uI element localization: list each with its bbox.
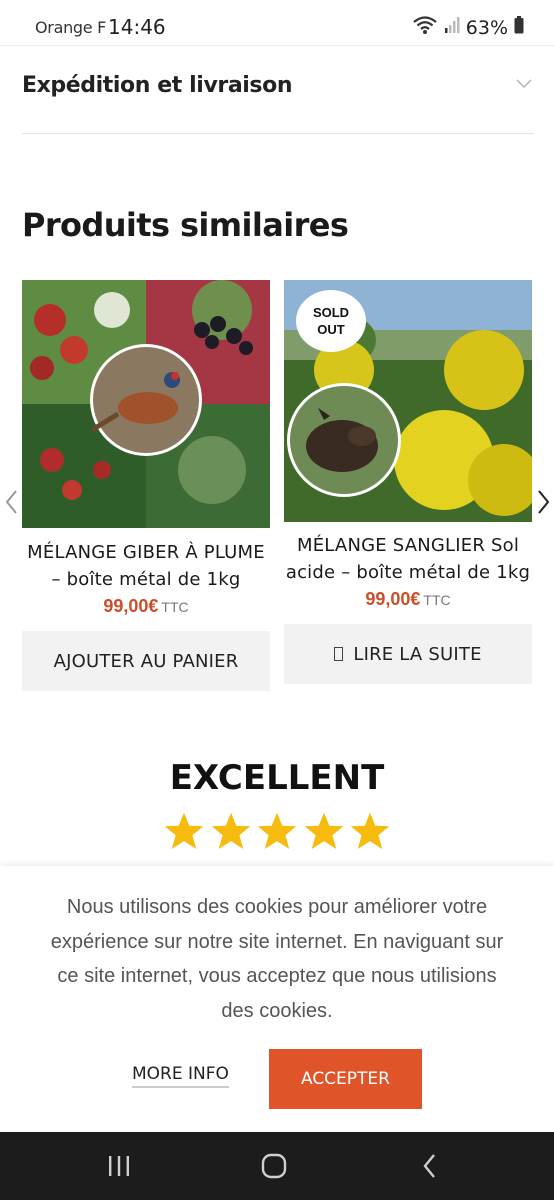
price-suffix: TTC: [423, 592, 451, 608]
clock: 14:46: [108, 15, 166, 39]
product-name[interactable]: MÉLANGE SANGLIER Sol acide – boîte métal…: [284, 532, 532, 586]
accept-label: ACCEPTER: [300, 1069, 390, 1089]
wifi-icon: [412, 15, 438, 40]
rating-stars: [163, 810, 391, 856]
product-price: 99,00€ TTC: [22, 596, 270, 617]
sold-out-badge: SOLD OUT: [296, 290, 366, 352]
more-info-link[interactable]: MORE INFO: [132, 1064, 229, 1088]
shipping-accordion[interactable]: Expédition et livraison: [22, 62, 534, 134]
product-name[interactable]: MÉLANGE GIBER À PLUME – boîte métal de 1…: [22, 539, 270, 593]
recent-apps-icon[interactable]: [99, 1150, 139, 1182]
product-image-boar[interactable]: SOLD OUT: [284, 280, 532, 522]
star-icon: [304, 812, 343, 850]
product-price: 99,00€ TTC: [284, 589, 532, 610]
battery-icon: [514, 16, 524, 39]
star-icon: [164, 812, 204, 850]
star-icon: [257, 812, 297, 850]
battery-percent: 63%: [465, 16, 508, 39]
button-label: LIRE LA SUITE: [353, 643, 482, 665]
chevron-down-icon[interactable]: [516, 76, 532, 94]
carrier-label: Orange F: [35, 18, 107, 37]
add-to-cart-button[interactable]: AJOUTER AU PANIER: [22, 631, 270, 691]
button-label: AJOUTER AU PANIER: [53, 650, 239, 672]
system-nav-bar: [0, 1132, 554, 1200]
status-bar: Orange F 14:46 63%: [0, 0, 554, 46]
price-suffix: TTC: [161, 599, 189, 615]
carousel-next-icon[interactable]: [533, 488, 553, 516]
home-icon[interactable]: [254, 1150, 294, 1182]
back-icon[interactable]: [410, 1150, 450, 1182]
accordion-title: Expédition et livraison: [22, 73, 293, 98]
product-card: SOLD OUT MÉLANGE SANGLIER Sol acide – bo…: [284, 280, 532, 684]
carousel-prev-icon[interactable]: [2, 488, 22, 516]
missing-glyph-icon: [334, 647, 344, 661]
star-icon: [211, 812, 250, 850]
signal-icon: [444, 16, 460, 39]
price-amount: 99,00€: [103, 596, 159, 616]
accept-cookies-button[interactable]: ACCEPTER: [269, 1049, 422, 1109]
product-image-pheasant[interactable]: [22, 280, 270, 528]
rating-title: EXCELLENT: [169, 758, 385, 798]
star-icon: [350, 812, 390, 850]
cookie-text: Nous utilisons des cookies pour améliore…: [50, 896, 504, 1022]
cookie-banner: Nous utilisons des cookies pour améliore…: [0, 866, 554, 1132]
similar-products-title: Produits similaires: [22, 206, 349, 244]
read-more-button[interactable]: LIRE LA SUITE: [284, 624, 532, 684]
price-amount: 99,00€: [365, 589, 421, 609]
status-indicators: 63%: [412, 15, 524, 40]
product-card: MÉLANGE GIBER À PLUME – boîte métal de 1…: [22, 280, 270, 691]
